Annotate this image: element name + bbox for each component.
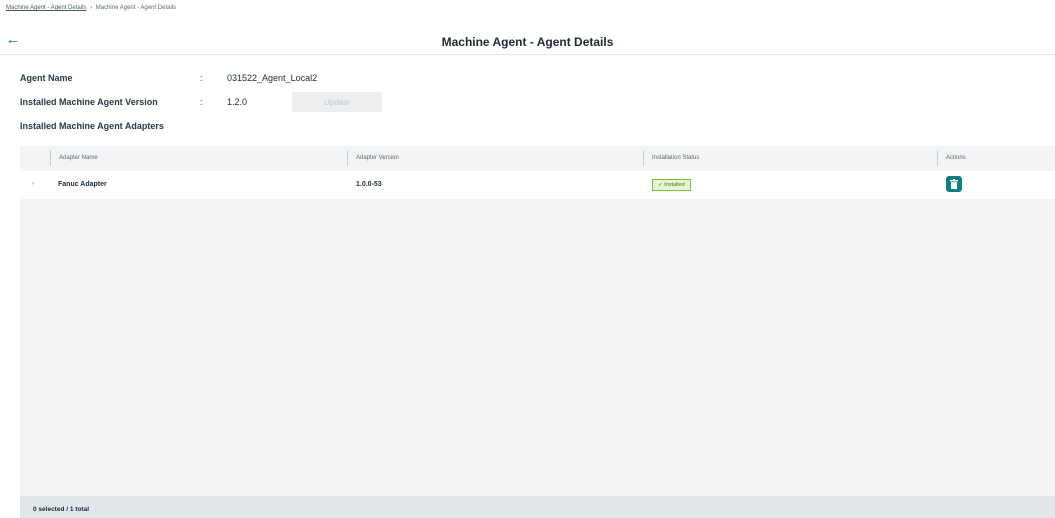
version-label: Installed Machine Agent Version [20, 97, 158, 107]
column-header-installation-status[interactable]: Installation Status [643, 150, 699, 166]
chevron-right-icon[interactable]: › [32, 171, 34, 199]
column-header-actions[interactable]: Actions [937, 150, 966, 166]
page-header: ← Machine Agent - Agent Details [0, 28, 1055, 55]
adapters-label: Installed Machine Agent Adapters [20, 121, 164, 131]
table-row[interactable]: › Fanuc Adapter 1.0.0-53 ✓ Installed [20, 171, 1055, 199]
table-footer: 0 selected / 1 total [20, 496, 1055, 518]
breadcrumb-separator: › [90, 5, 93, 11]
agent-name-value: 031522_Agent_Local2 [227, 73, 318, 83]
delete-adapter-button[interactable] [946, 176, 962, 192]
selection-count: 0 selected / 1 total [33, 506, 89, 513]
adapter-version-cell: 1.0.0-53 [356, 181, 382, 188]
column-header-adapter-name[interactable]: Adapter Name [50, 150, 98, 166]
version-value: 1.2.0 [227, 97, 248, 107]
column-header-adapter-version[interactable]: Adapter Version [347, 150, 399, 166]
table-header: Adapter Name Adapter Version Installatio… [20, 146, 1055, 170]
colon: : [200, 73, 203, 83]
agent-name-label: Agent Name [20, 73, 73, 83]
status-badge: ✓ Installed [652, 179, 691, 191]
breadcrumb-link[interactable]: Machine Agent - Agent Details [6, 5, 86, 11]
page-title: Machine Agent - Agent Details [441, 35, 614, 49]
trash-icon [950, 179, 958, 189]
adapters-table: Adapter Name Adapter Version Installatio… [20, 146, 1055, 518]
breadcrumb-current: Machine Agent - Agent Details [95, 5, 177, 11]
breadcrumb: Machine Agent - Agent Details › Machine … [6, 5, 176, 11]
adapter-name-cell: Fanuc Adapter [58, 181, 107, 188]
update-button[interactable]: Update [292, 92, 382, 112]
colon: : [200, 97, 203, 107]
